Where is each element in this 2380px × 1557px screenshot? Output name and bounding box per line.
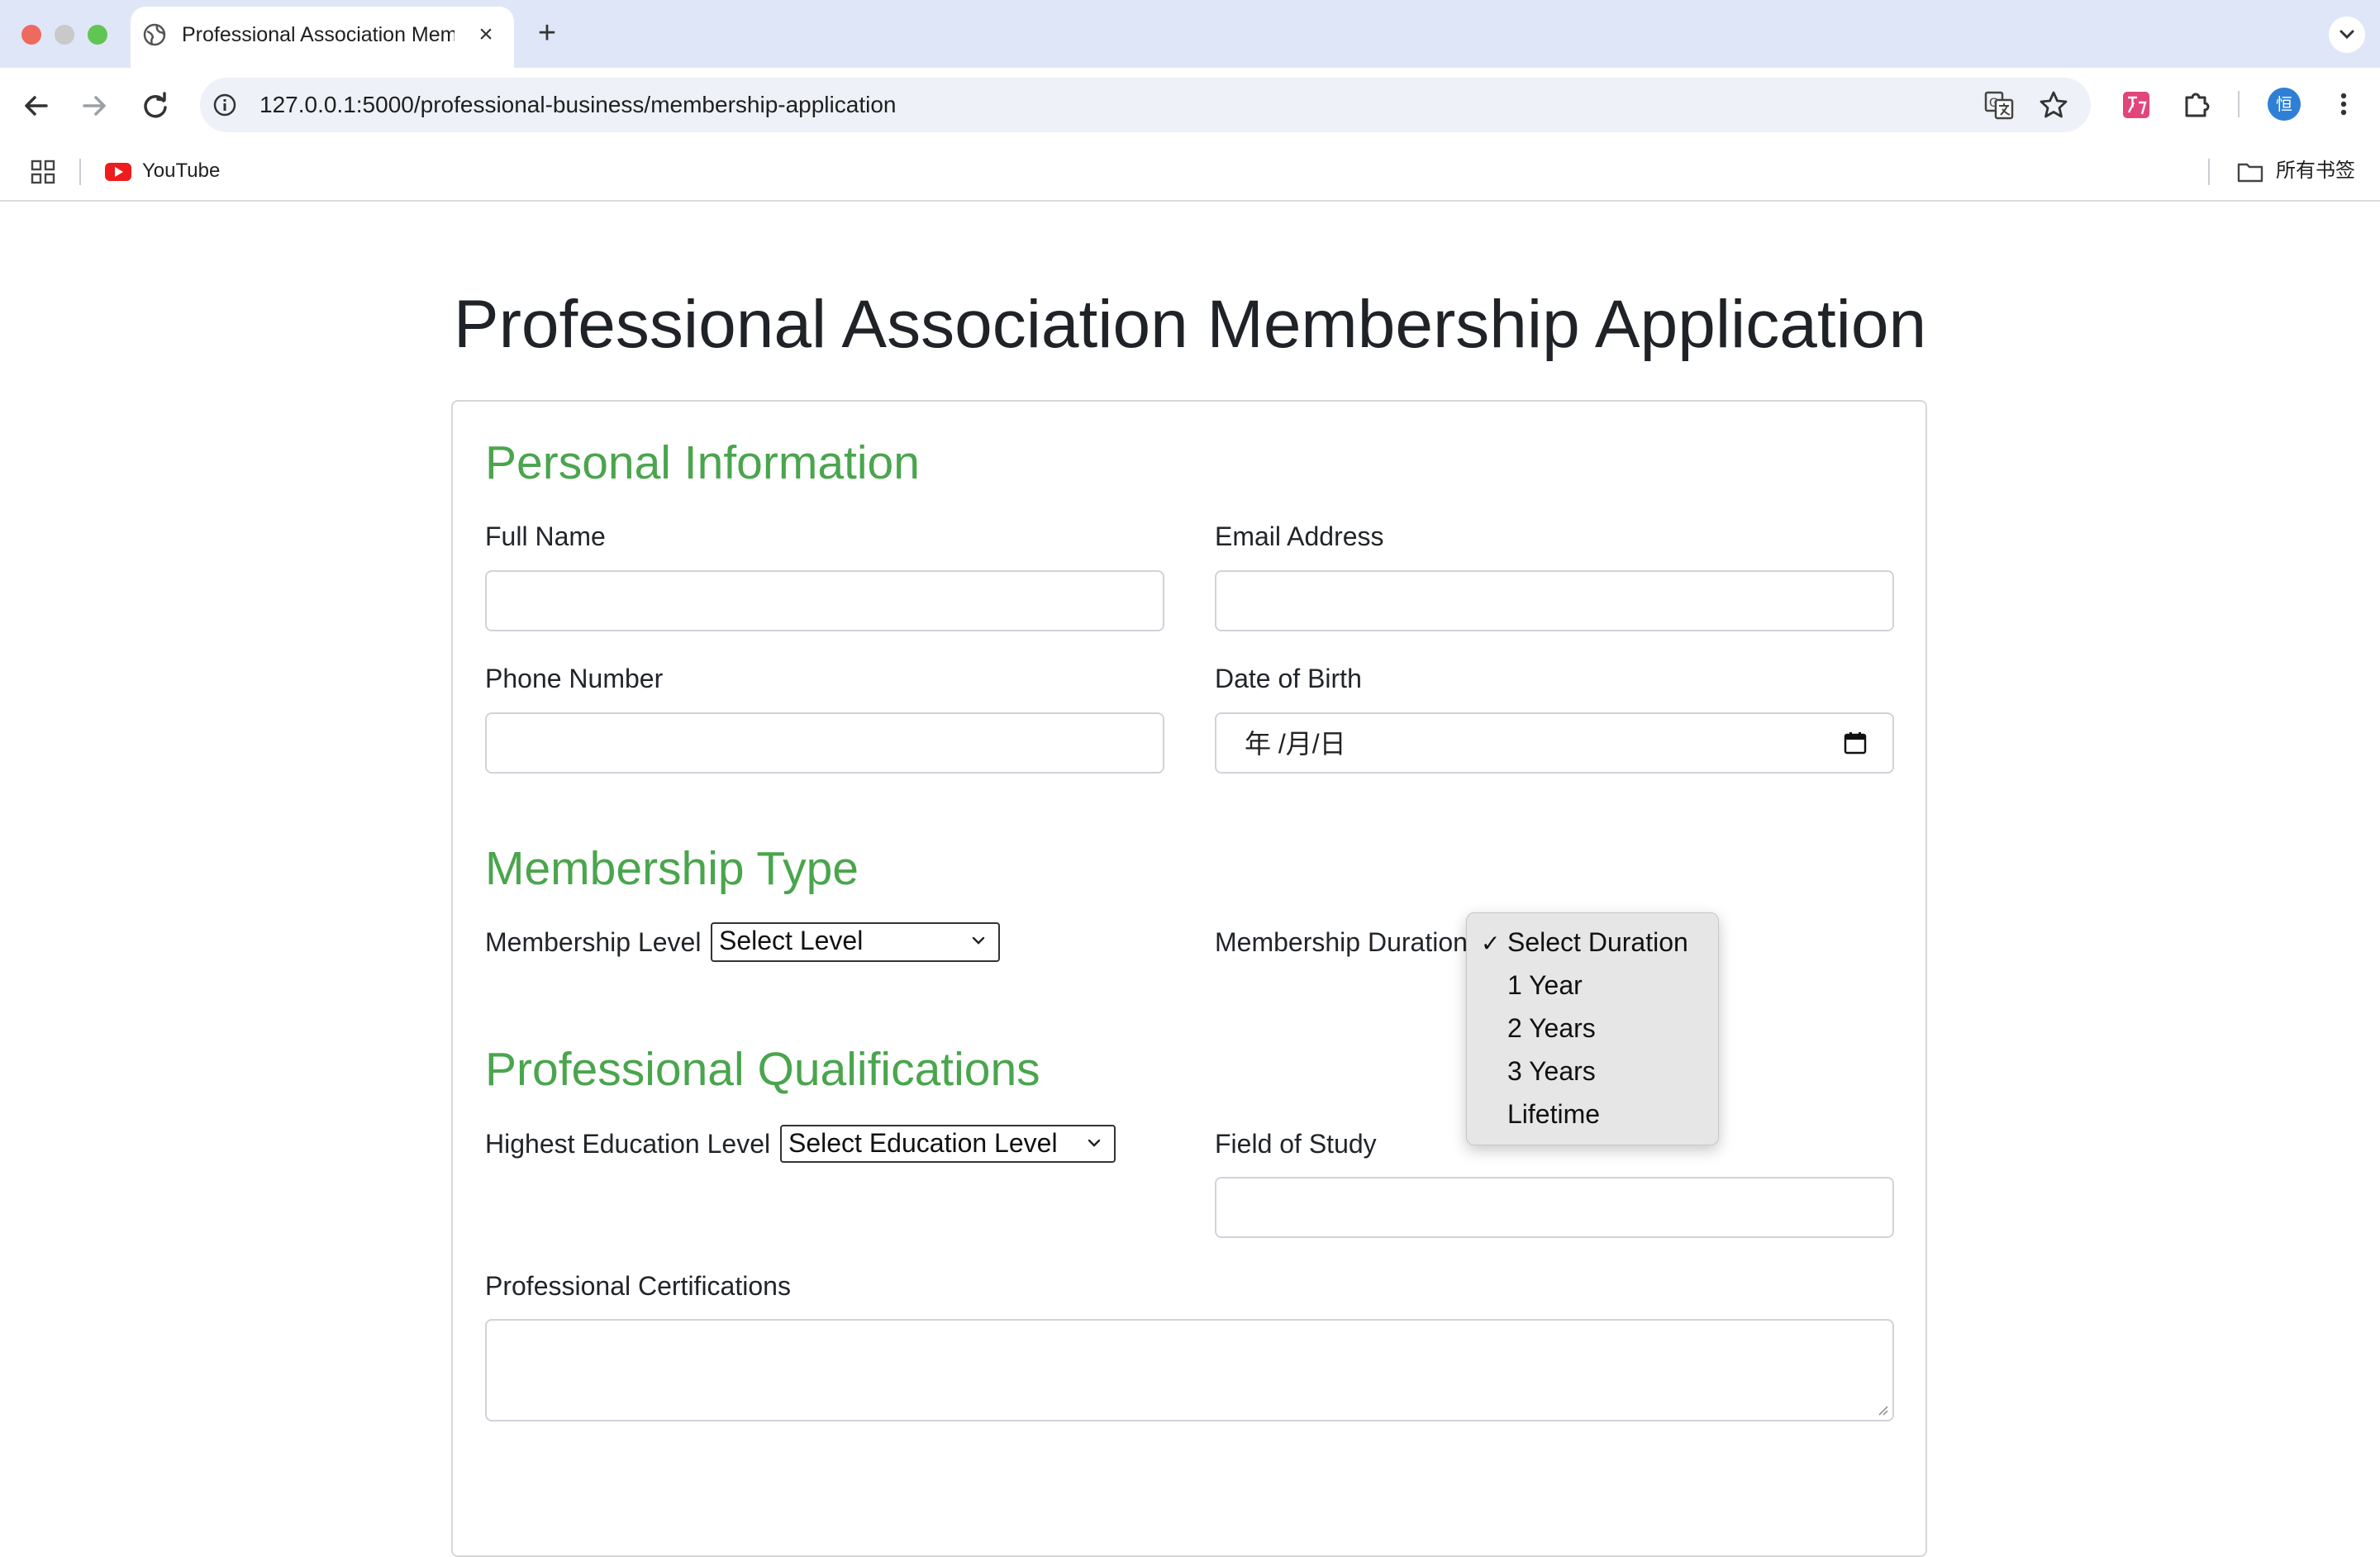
tab-close-icon[interactable]: × <box>471 20 501 50</box>
duration-option-3-years[interactable]: 3 Years <box>1507 1055 1596 1088</box>
chevron-down-icon <box>1088 1139 1101 1147</box>
toolbar-divider <box>2238 91 2240 117</box>
chrome-bottom-border <box>0 200 2380 202</box>
membership-level-value: Select Level <box>719 926 864 955</box>
personal-info-heading: Personal Information <box>485 436 920 489</box>
bookmark-divider <box>79 159 81 185</box>
email-label: Email Address <box>1215 521 1384 551</box>
email-input[interactable] <box>1215 570 1894 631</box>
phone-input[interactable] <box>485 712 1164 774</box>
full-name-label: Full Name <box>485 521 606 551</box>
education-level-select[interactable]: Select Education Level <box>780 1125 1116 1163</box>
education-level-value: Select Education Level <box>788 1128 1058 1158</box>
forward-arrow-icon[interactable] <box>74 86 114 126</box>
zoom-window-button[interactable] <box>88 25 107 45</box>
bookmark-youtube[interactable]: YouTube <box>142 158 220 184</box>
calendar-icon[interactable] <box>1843 731 1868 755</box>
membership-duration-label: Membership Duration <box>1215 927 1466 957</box>
full-name-input[interactable] <box>485 570 1164 631</box>
apps-grid-icon[interactable] <box>30 159 56 185</box>
translate-icon[interactable]: G <box>1983 89 2015 121</box>
dob-label: Date of Birth <box>1215 664 1362 693</box>
membership-type-heading: Membership Type <box>485 842 859 895</box>
certifications-textarea[interactable] <box>485 1319 1894 1421</box>
page-title: Professional Association Membership Appl… <box>453 287 1927 362</box>
duration-option-2-years[interactable]: 2 Years <box>1507 1012 1596 1045</box>
resize-handle-icon[interactable] <box>1876 1403 1889 1417</box>
translator-extension-icon[interactable] <box>2121 89 2152 121</box>
extensions-puzzle-icon[interactable] <box>2180 88 2213 121</box>
certifications-label: Professional Certifications <box>485 1271 791 1301</box>
bookmark-star-icon[interactable] <box>2038 89 2069 121</box>
selected-check-icon: ✓ <box>1481 931 1501 956</box>
tab-search-button[interactable] <box>2329 17 2365 53</box>
close-window-button[interactable] <box>21 25 41 45</box>
duration-option-1-year[interactable]: 1 Year <box>1507 969 1583 1002</box>
bookmark-divider-right <box>2208 159 2210 185</box>
education-label: Highest Education Level <box>485 1129 771 1159</box>
profile-avatar[interactable]: 恒 <box>2268 88 2301 121</box>
new-tab-button[interactable]: + <box>531 17 564 50</box>
dob-placeholder: 年 /月/日 <box>1245 729 1346 759</box>
membership-level-label: Membership Level <box>485 927 702 957</box>
chevron-down-icon <box>2340 30 2354 40</box>
youtube-icon <box>105 163 131 181</box>
url-text[interactable]: 127.0.0.1:5000/professional-business/mem… <box>259 90 896 120</box>
minimize-window-button[interactable] <box>55 25 74 45</box>
duration-option-lifetime[interactable]: Lifetime <box>1507 1098 1600 1131</box>
globe-icon <box>143 23 166 46</box>
site-info-icon[interactable] <box>212 92 238 118</box>
qualifications-heading: Professional Qualifications <box>485 1043 1040 1096</box>
field-of-study-input[interactable] <box>1215 1177 1894 1238</box>
more-menu-icon[interactable] <box>2327 88 2360 121</box>
duration-option-select[interactable]: Select Duration <box>1507 926 1688 959</box>
field-of-study-label: Field of Study <box>1215 1129 1377 1159</box>
tab-title: Professional Association Membership Appl… <box>182 23 455 46</box>
back-arrow-icon[interactable] <box>17 86 56 126</box>
all-bookmarks[interactable]: 所有书签 <box>2276 158 2355 184</box>
folder-icon <box>2237 163 2263 183</box>
reload-icon[interactable] <box>136 86 175 126</box>
phone-label: Phone Number <box>485 664 664 693</box>
chevron-down-icon <box>972 936 985 945</box>
membership-level-select[interactable]: Select Level <box>711 922 1000 962</box>
